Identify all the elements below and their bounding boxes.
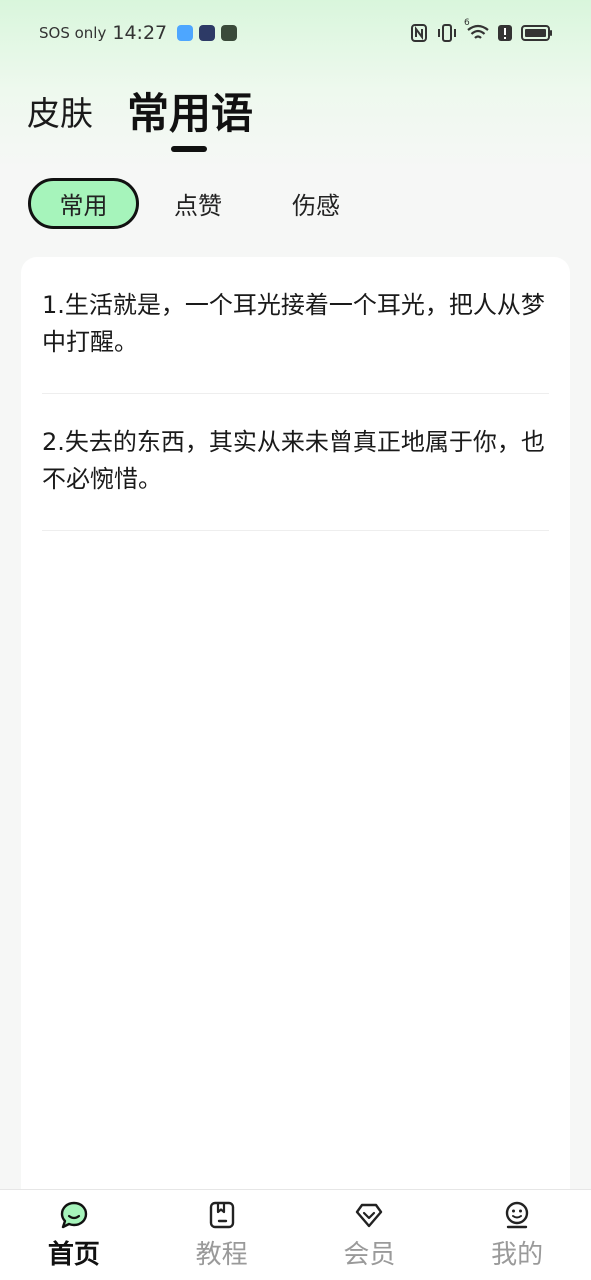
notification-game-icon: [221, 25, 238, 41]
nav-label-profile: 我的: [491, 1240, 544, 1270]
smiley-profile-icon: [505, 1201, 529, 1229]
status-right: 6: [411, 18, 553, 42]
chip-common[interactable]: 常用: [28, 178, 139, 229]
network-superscript: 6: [464, 18, 470, 28]
carrier-text: SOS only: [39, 24, 107, 42]
phrase-text: 1.生活就是，一个耳光接着一个耳光，把人从梦中打醒。: [42, 291, 545, 356]
status-left: SOS only 14:27: [39, 22, 238, 44]
bottom-nav: 首页 教程 会员 我的: [0, 1189, 591, 1280]
status-time: 14:27: [112, 22, 168, 44]
tab-phrases-label: 常用语: [127, 89, 254, 138]
screen: SOS only 14:27 6 皮肤 常用语 常用 点赞 伤感 1.生活就是，…: [0, 0, 591, 1280]
bookmark-book-icon: [209, 1201, 234, 1229]
header-tabs: 皮肤 常用语: [27, 88, 254, 152]
tab-phrases[interactable]: 常用语: [127, 88, 254, 152]
category-chips: 常用 点赞 伤感: [28, 178, 375, 229]
nav-item-home[interactable]: 首页: [0, 1190, 148, 1271]
status-bar: SOS only 14:27 6: [0, 0, 591, 66]
alert-icon: [498, 25, 512, 41]
wifi-icon: [467, 24, 489, 39]
phrase-text: 2.失去的东西，其实从来未曾真正地属于你，也不必惋惜。: [42, 428, 545, 493]
diamond-icon: [356, 1203, 383, 1228]
nav-label-member: 会员: [343, 1240, 396, 1270]
nav-item-member[interactable]: 会员: [296, 1190, 444, 1271]
vibrate-icon: [438, 24, 456, 42]
nav-label-tutorial: 教程: [195, 1240, 248, 1270]
tab-skin[interactable]: 皮肤: [27, 88, 93, 140]
phrase-list-card: 1.生活就是，一个耳光接着一个耳光，把人从梦中打醒。 2.失去的东西，其实从来未…: [21, 257, 570, 1217]
chip-like[interactable]: 点赞: [139, 178, 257, 229]
notification-app-icon: [177, 25, 194, 41]
nav-item-profile[interactable]: 我的: [443, 1190, 591, 1271]
chat-bubble-icon: [60, 1201, 88, 1229]
notification-map-icon: [199, 25, 216, 41]
battery-icon: [521, 25, 552, 41]
nav-label-home: 首页: [47, 1240, 100, 1270]
phrase-item[interactable]: 2.失去的东西，其实从来未曾真正地属于你，也不必惋惜。: [42, 394, 549, 531]
phrase-item[interactable]: 1.生活就是，一个耳光接着一个耳光，把人从梦中打醒。: [42, 257, 549, 394]
nfc-icon: [411, 24, 427, 42]
chip-sad[interactable]: 伤感: [257, 178, 375, 229]
tab-active-indicator: [171, 146, 207, 152]
nav-item-tutorial[interactable]: 教程: [148, 1190, 296, 1271]
wifi-group: 6: [464, 18, 489, 42]
